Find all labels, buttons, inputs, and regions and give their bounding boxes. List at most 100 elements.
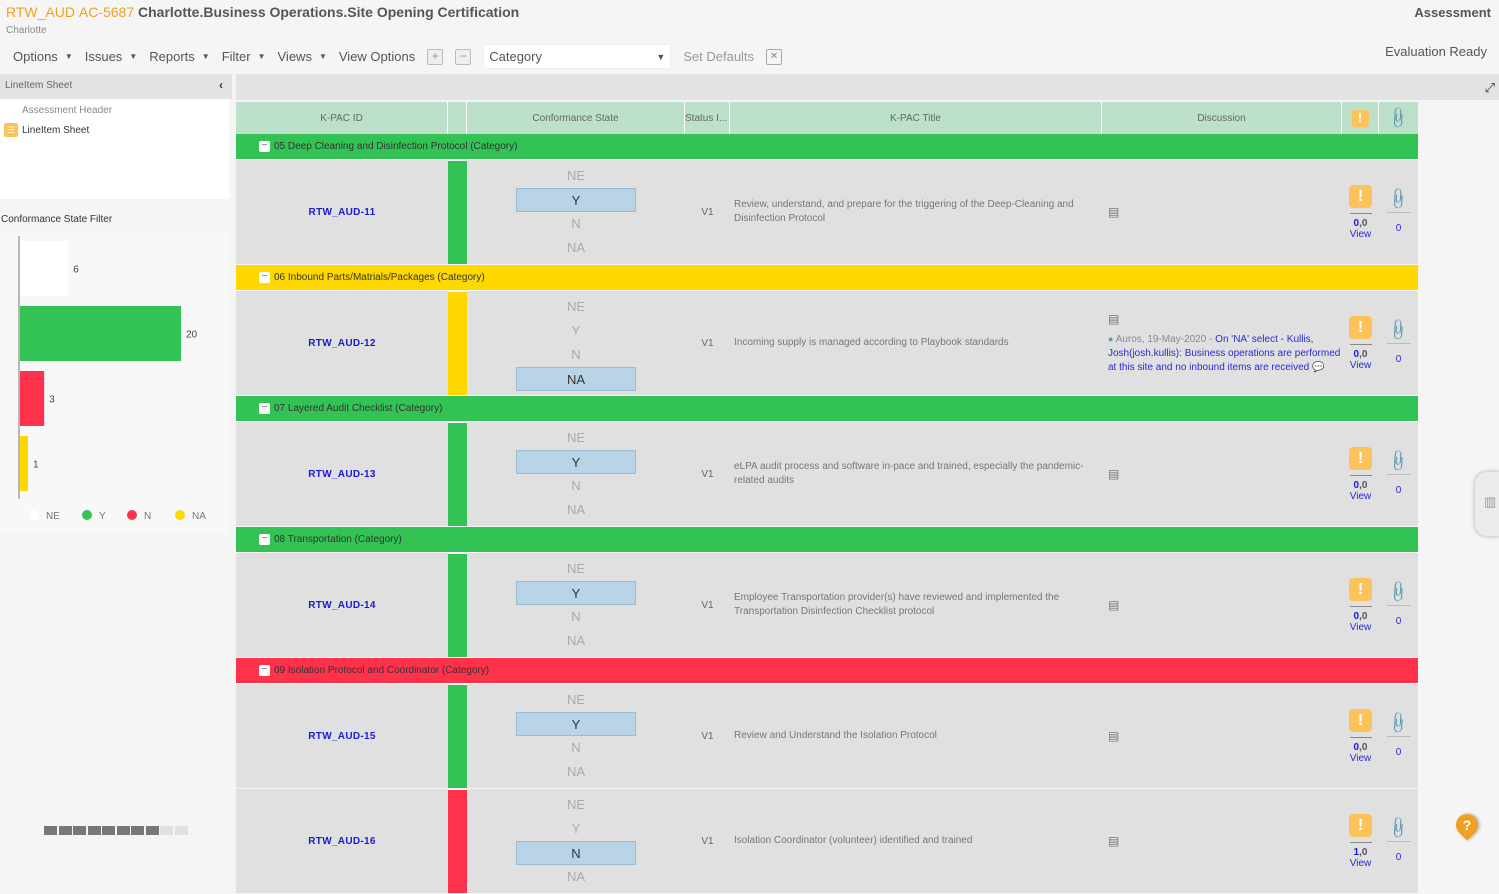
state-option-ne[interactable]: NE xyxy=(516,688,636,712)
bar-na[interactable] xyxy=(20,436,29,491)
paperclip-icon[interactable]: 📎 xyxy=(1386,186,1412,212)
bar-n[interactable] xyxy=(20,371,45,426)
expand-all-icon[interactable]: + xyxy=(427,48,444,65)
warning-icon[interactable]: ! xyxy=(1349,708,1372,732)
state-option-ne[interactable]: NE xyxy=(516,793,636,817)
col-kpac-title[interactable]: K-PAC Title xyxy=(730,102,1102,134)
pager-segment[interactable] xyxy=(131,826,144,835)
state-option-n[interactable]: N xyxy=(516,841,636,865)
pager-segment[interactable] xyxy=(73,826,86,835)
comment-icon[interactable]: ▤ xyxy=(1108,729,1119,743)
paperclip-icon[interactable]: 📎 xyxy=(1386,448,1412,474)
state-option-n[interactable]: N xyxy=(516,343,636,367)
legend-label[interactable]: Y xyxy=(99,511,106,522)
attachment-count[interactable]: 0 xyxy=(1396,616,1402,627)
state-option-na[interactable]: NA xyxy=(516,498,636,522)
state-option-n[interactable]: N xyxy=(516,212,636,236)
bar-y[interactable] xyxy=(20,306,181,361)
state-option-n[interactable]: N xyxy=(516,474,636,498)
maximize-icon[interactable]: ⤢ xyxy=(1485,80,1495,96)
state-option-ne[interactable]: NE xyxy=(516,426,636,450)
col-discussion[interactable]: Discussion xyxy=(1102,102,1342,134)
attachment-count[interactable]: 0 xyxy=(1396,747,1402,758)
menu-reports[interactable]: Reports ▼ xyxy=(149,49,209,64)
kpac-id-link[interactable]: RTW_AUD-13 xyxy=(308,469,375,480)
warning-icon[interactable]: ! xyxy=(1349,446,1372,470)
state-option-y[interactable]: Y xyxy=(516,450,636,474)
state-option-y[interactable]: Y xyxy=(516,188,636,212)
tree-item-lineitem-sheet[interactable]: ☰ LineItem Sheet xyxy=(4,123,89,137)
attachment-count[interactable]: 0 xyxy=(1396,223,1402,234)
state-option-y[interactable]: Y xyxy=(516,581,636,605)
pager-segment[interactable] xyxy=(160,826,173,835)
comment-icon[interactable]: ▤ xyxy=(1108,467,1119,481)
comment-icon[interactable]: ▤ xyxy=(1108,205,1119,219)
comment-icon[interactable]: ▤ xyxy=(1108,598,1119,612)
category-row[interactable]: −09 Isolation Protocol and Coordinator (… xyxy=(236,658,1418,684)
view-issues-link[interactable]: View xyxy=(1350,858,1372,869)
paperclip-icon[interactable]: 📎 xyxy=(1386,815,1412,841)
collapse-group-icon[interactable]: − xyxy=(259,665,270,676)
category-row[interactable]: −07 Layered Audit Checklist (Category) xyxy=(236,396,1418,422)
col-conformance-state[interactable]: Conformance State xyxy=(467,102,685,134)
kpac-id-link[interactable]: RTW_AUD-16 xyxy=(308,836,375,847)
warning-icon[interactable]: ! xyxy=(1349,315,1372,339)
pager-segment[interactable] xyxy=(44,826,57,835)
menu-options[interactable]: Options ▼ xyxy=(13,49,73,64)
legend-marker-ne[interactable] xyxy=(29,510,39,520)
set-defaults-button[interactable]: Set Defaults xyxy=(683,49,754,64)
group-by-select[interactable]: Category ▼ xyxy=(483,44,672,69)
paperclip-icon[interactable]: 📎 xyxy=(1386,317,1412,343)
state-option-y[interactable]: Y xyxy=(516,712,636,736)
state-option-na[interactable]: NA xyxy=(516,629,636,653)
category-row[interactable]: −05 Deep Cleaning and Disinfection Proto… xyxy=(236,134,1418,160)
collapse-panel-icon[interactable]: ‹ xyxy=(219,78,223,93)
warning-icon[interactable]: ! xyxy=(1349,184,1372,208)
state-option-na[interactable]: NA xyxy=(516,865,636,889)
state-option-na[interactable]: NA xyxy=(516,760,636,784)
pager-segment[interactable] xyxy=(102,826,115,835)
legend-label[interactable]: NE xyxy=(46,511,60,522)
tree-item-assessment-header[interactable]: Assessment Header xyxy=(22,105,112,116)
view-options-button[interactable]: View Options xyxy=(339,49,415,64)
view-issues-link[interactable]: View xyxy=(1350,360,1372,371)
collapse-group-icon[interactable]: − xyxy=(259,534,270,545)
state-option-y[interactable]: Y xyxy=(516,817,636,841)
attachment-count[interactable]: 0 xyxy=(1396,485,1402,496)
legend-marker-y[interactable] xyxy=(82,510,92,520)
state-option-ne[interactable]: NE xyxy=(516,295,636,319)
legend-label[interactable]: N xyxy=(144,511,151,522)
paperclip-icon[interactable]: 📎 xyxy=(1386,579,1412,605)
pager-segment[interactable] xyxy=(116,826,130,835)
pager-segment[interactable] xyxy=(87,826,101,835)
pager-strip[interactable] xyxy=(44,826,189,835)
category-row[interactable]: −08 Transportation (Category) xyxy=(236,527,1418,553)
col-attachments[interactable]: 📎 xyxy=(1379,102,1418,134)
col-issues[interactable]: ! xyxy=(1342,102,1379,134)
collapse-group-icon[interactable]: − xyxy=(259,272,270,283)
collapse-all-icon[interactable]: − xyxy=(455,48,472,65)
bar-ne[interactable] xyxy=(20,241,69,296)
state-option-ne[interactable]: NE xyxy=(516,164,636,188)
side-panel-toggle[interactable]: ▥ xyxy=(1475,472,1499,536)
kpac-id-link[interactable]: RTW_AUD-11 xyxy=(309,207,376,218)
legend-marker-n[interactable] xyxy=(127,510,137,520)
col-kpac-id[interactable]: K-PAC ID xyxy=(236,102,448,134)
kpac-id-link[interactable]: RTW_AUD-15 xyxy=(308,731,375,742)
kpac-id-link[interactable]: RTW_AUD-12 xyxy=(308,338,375,349)
collapse-group-icon[interactable]: − xyxy=(259,141,270,152)
pager-segment[interactable] xyxy=(58,826,72,835)
view-issues-link[interactable]: View xyxy=(1350,753,1372,764)
state-option-n[interactable]: N xyxy=(516,736,636,760)
chat-bubble-icon[interactable]: 💬 xyxy=(1312,362,1324,373)
pager-segment[interactable] xyxy=(145,826,159,835)
state-option-y[interactable]: Y xyxy=(516,319,636,343)
pager-segment[interactable] xyxy=(174,826,188,835)
view-issues-link[interactable]: View xyxy=(1350,622,1372,633)
state-option-na[interactable]: NA xyxy=(516,236,636,260)
clear-icon[interactable]: ✕ xyxy=(766,48,783,65)
warning-icon[interactable]: ! xyxy=(1349,577,1372,601)
legend-label[interactable]: NA xyxy=(192,511,206,522)
state-option-na[interactable]: NA xyxy=(516,367,636,391)
view-issues-link[interactable]: View xyxy=(1350,229,1372,240)
